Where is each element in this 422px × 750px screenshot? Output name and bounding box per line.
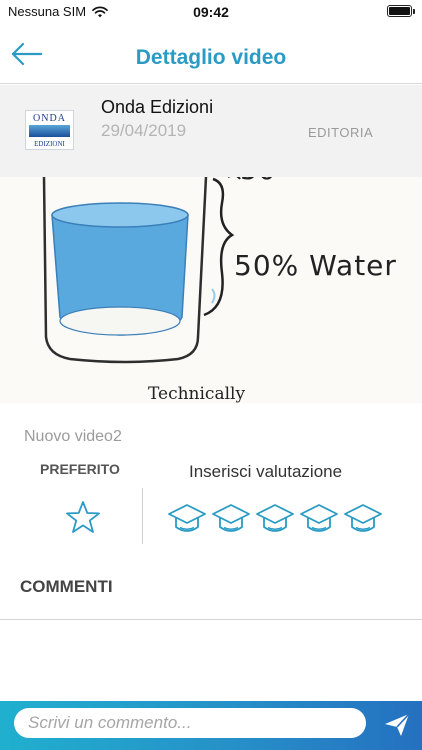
video-caption-partial: 50 xyxy=(240,177,276,186)
status-bar: Nessuna SIM 09:42 xyxy=(0,0,422,24)
status-right xyxy=(387,5,415,17)
rating-caps xyxy=(166,502,384,538)
video-title: Nuovo video2 xyxy=(24,428,122,445)
logo-wave xyxy=(29,125,70,137)
logo-text-bottom: EDIZIONI xyxy=(34,140,65,148)
publish-date: 29/04/2019 xyxy=(101,121,187,140)
page-title: Dettaglio video xyxy=(135,46,287,69)
comment-input[interactable] xyxy=(14,708,366,738)
favorite-star-icon[interactable] xyxy=(65,500,101,534)
logo-text-top: ONDA xyxy=(33,113,66,124)
send-icon[interactable] xyxy=(383,712,411,738)
horizontal-divider xyxy=(0,619,422,620)
graduation-cap-icon[interactable] xyxy=(210,502,252,538)
battery-level xyxy=(389,7,410,15)
status-time: 09:42 xyxy=(193,4,229,20)
battery-icon xyxy=(387,5,415,17)
comments-heading: COMMENTI xyxy=(20,577,113,596)
video-caption-bottom: Technically xyxy=(148,384,245,403)
category-label: EDITORIA xyxy=(308,125,374,140)
favorite-label: PREFERITO xyxy=(40,461,120,477)
graduation-cap-icon[interactable] xyxy=(298,502,340,538)
vertical-divider xyxy=(142,488,143,544)
graduation-cap-icon[interactable] xyxy=(166,502,208,538)
video-caption-water: 50% Water xyxy=(234,249,397,282)
comment-bar xyxy=(0,701,422,750)
publisher-header: ONDA EDIZIONI Onda Edizioni 29/04/2019 E… xyxy=(0,85,422,177)
navigation-bar: Dettaglio video xyxy=(0,24,422,84)
graduation-cap-icon[interactable] xyxy=(342,502,384,538)
rating-label: Inserisci valutazione xyxy=(189,462,343,481)
graduation-cap-icon[interactable] xyxy=(254,502,296,538)
publisher-name: Onda Edizioni xyxy=(101,97,214,117)
publisher-logo: ONDA EDIZIONI xyxy=(25,110,74,150)
video-illustration: 50 50% Water Technically xyxy=(0,177,422,403)
video-player[interactable]: 50 50% Water Technically xyxy=(0,177,422,403)
